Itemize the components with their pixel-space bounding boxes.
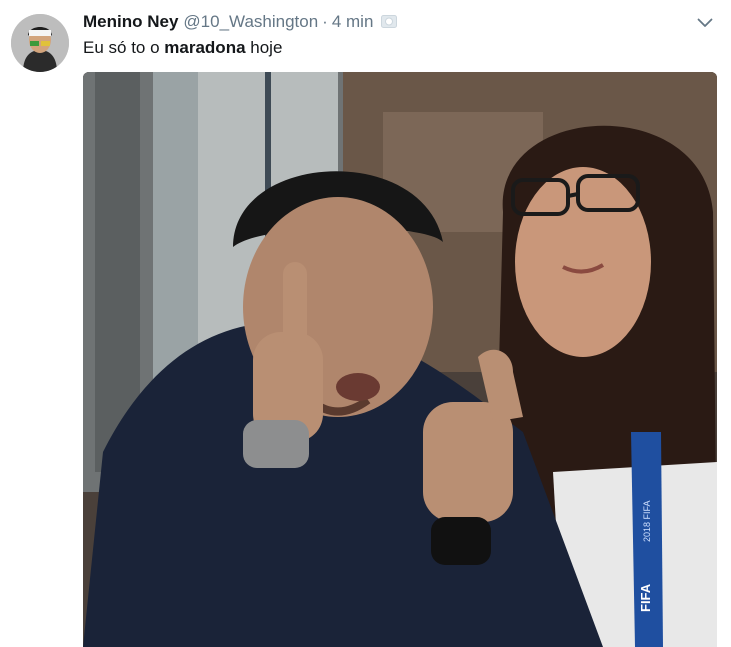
tweet-header: Menino Ney @10_Washington · 4 min [83,12,398,34]
tweet-photo[interactable]: FIFA 2018 FIFA [83,72,717,647]
emoji-badge-icon [381,13,398,28]
user-handle[interactable]: @10_Washington [183,12,318,32]
lanyard-fifa-text: FIFA [638,583,653,612]
tweet-text-suffix: hoje [245,38,283,57]
chevron-down-icon[interactable] [692,12,718,34]
timestamp[interactable]: 4 min [332,12,374,32]
lanyard-event-text: 2018 FIFA [642,500,652,542]
tweet-text: Eu só to o maradona hoje [83,38,282,58]
display-name[interactable]: Menino Ney [83,12,178,32]
header-separator: · [322,12,328,31]
avatar[interactable] [11,14,69,72]
tweet-text-prefix: Eu só to o [83,38,165,57]
tweet-text-bold: maradona [164,38,246,57]
avatar-image [11,14,69,72]
